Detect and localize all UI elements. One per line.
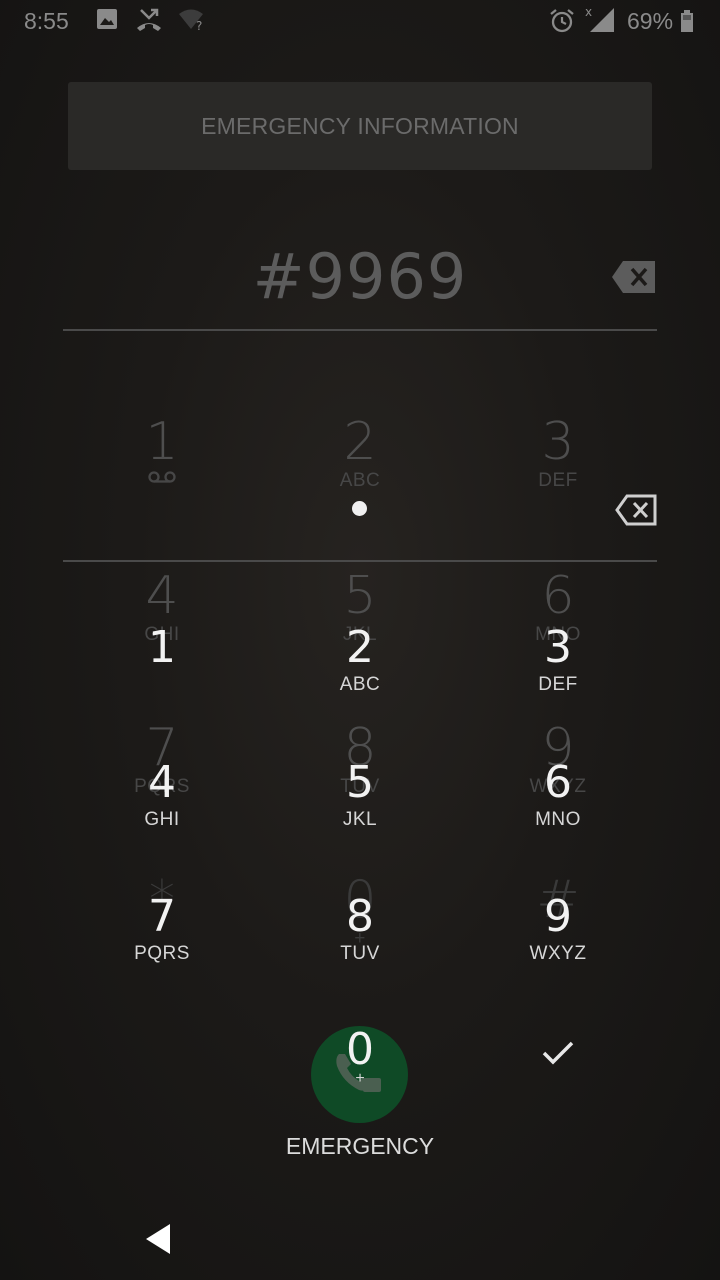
alarm-icon	[550, 9, 574, 33]
key-6[interactable]: 6 MNO	[478, 757, 638, 831]
battery-icon	[681, 10, 693, 32]
image-icon	[97, 9, 117, 29]
check-icon[interactable]	[540, 1038, 576, 1068]
emergency-call-label: EMERGENCY	[285, 1133, 435, 1159]
ghost-backspace-icon	[615, 494, 657, 526]
key-9[interactable]: 9 WXYZ	[478, 891, 638, 965]
dialed-digits: #9969	[252, 240, 468, 313]
voicemail-icon	[148, 471, 176, 483]
back-icon[interactable]	[144, 1222, 174, 1256]
ghost-divider	[63, 560, 657, 562]
key-0[interactable]: 0 +	[280, 1024, 440, 1088]
battery-percent: 69%	[627, 8, 674, 34]
key-3[interactable]: 3 DEF	[478, 622, 638, 696]
missed-call-icon	[137, 8, 161, 31]
key-8[interactable]: 8 TUV	[280, 891, 440, 965]
svg-text:?: ?	[196, 19, 202, 32]
status-time: 8:55	[24, 8, 69, 34]
digits-divider	[63, 329, 657, 331]
ghost-key-1: 1	[82, 414, 242, 489]
status-bar: 8:55 ? x 69%	[0, 0, 720, 46]
key-5[interactable]: 5 JKL	[280, 757, 440, 831]
signal-icon: x	[585, 5, 614, 32]
backspace-icon[interactable]	[611, 259, 657, 295]
ghost-key-2: 2 ABC	[339, 412, 381, 491]
key-2[interactable]: 2 ABC	[280, 622, 440, 696]
ghost-key-3: 3 DEF	[538, 412, 578, 491]
key-4[interactable]: 4 GHI	[82, 757, 242, 831]
key-7[interactable]: 7 PQRS	[82, 891, 242, 965]
key-1[interactable]: 1	[82, 622, 242, 674]
emergency-information-button[interactable]: EMERGENCY INFORMATION	[68, 82, 652, 170]
svg-text:x: x	[585, 5, 592, 19]
wifi-unknown-icon: ?	[179, 9, 203, 32]
cursor-dot	[352, 501, 367, 516]
